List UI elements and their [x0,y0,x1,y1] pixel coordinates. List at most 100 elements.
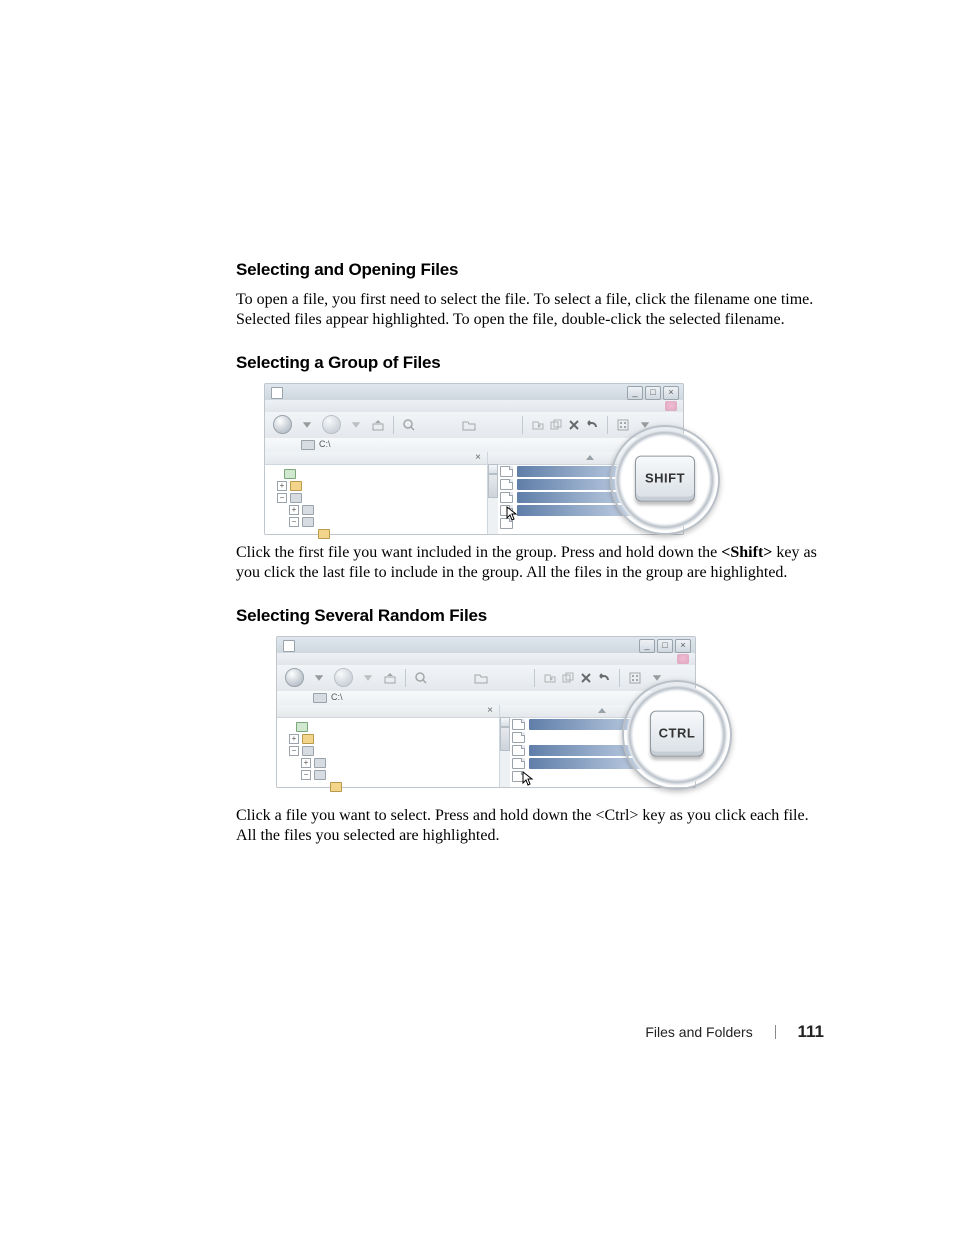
para-selecting-group: Click the first file you want included i… [236,543,824,584]
dropdown-arrow-icon[interactable] [361,671,375,685]
close-button[interactable]: × [663,386,679,400]
scroll-thumb[interactable] [500,727,510,751]
toolbar-separator [534,669,535,687]
sort-arrow-icon [598,708,606,713]
collapse-icon[interactable]: − [289,746,299,756]
scroll-up-icon[interactable] [488,464,498,474]
dropdown-arrow-icon[interactable] [300,418,314,432]
heading-selecting-opening: Selecting and Opening Files [236,260,824,280]
drive-icon [301,440,315,450]
para-selecting-random: Click a file you want to select. Press a… [236,806,824,847]
up-folder-icon[interactable] [383,671,397,685]
window-icon [283,640,295,652]
figure-ctrl-select: _ □ × [276,636,696,788]
file-icon [512,745,525,756]
tree-item[interactable]: − [271,516,333,528]
shift-key-icon: SHIFT [635,456,695,502]
back-button[interactable] [285,668,304,687]
scrollbar[interactable] [488,464,498,534]
undo-icon[interactable] [585,418,599,432]
document-page: Selecting and Opening Files To open a fi… [0,0,954,1235]
drive-icon [313,693,327,703]
para-text: Click a file you want to select. Press a… [236,807,595,824]
tree-close-icon[interactable]: × [475,453,481,463]
forward-button[interactable] [334,668,353,687]
tree-item[interactable]: − [283,745,345,757]
maximize-button[interactable]: □ [645,386,661,400]
tree-header: × [265,452,487,465]
tree-items: + − + − [283,721,345,793]
tree-item[interactable]: − [283,769,345,781]
expand-icon[interactable]: + [289,505,299,515]
computer-icon [290,493,302,503]
toolbar-separator [522,416,523,434]
titlebar: _ □ × [265,384,683,401]
heading-selecting-random: Selecting Several Random Files [236,606,824,626]
expand-icon[interactable]: + [277,481,287,491]
expand-icon[interactable]: + [289,734,299,744]
search-icon[interactable] [414,671,428,685]
file-icon [500,466,513,477]
dropdown-arrow-icon[interactable] [349,418,363,432]
undo-icon[interactable] [597,671,611,685]
desktop-icon [284,469,296,479]
minimize-button[interactable]: _ [627,386,643,400]
minimize-button[interactable]: _ [639,639,655,653]
computer-icon [302,746,314,756]
window-buttons: _ □ × [627,386,679,400]
toolbar-separator [393,416,394,434]
address-path: C:\ [319,440,331,449]
titlebar: _ □ × [277,637,695,654]
delete-icon[interactable] [579,671,593,685]
delete-icon[interactable] [567,418,581,432]
dropdown-arrow-icon[interactable] [312,671,326,685]
back-button[interactable] [273,415,292,434]
tree-item[interactable] [271,468,333,480]
para-selecting-opening: To open a file, you first need to select… [236,290,824,331]
footer-page-number: 111 [798,1022,825,1041]
scroll-thumb[interactable] [488,474,498,498]
move-to-icon[interactable] [531,418,545,432]
scrollbar[interactable] [500,717,510,787]
collapse-icon[interactable]: − [301,770,311,780]
move-to-icon[interactable] [543,671,557,685]
file-icon [512,719,525,730]
folder-icon [290,481,302,491]
folder-tree-pane: × + − + − [265,452,488,534]
folder-icon [302,734,314,744]
file-icon [512,758,525,769]
tree-item[interactable]: + [271,504,333,516]
window-icon [271,387,283,399]
tree-item[interactable]: + [283,733,345,745]
scroll-up-icon[interactable] [500,717,510,727]
collapse-icon[interactable]: − [277,493,287,503]
tree-item[interactable]: + [283,757,345,769]
expand-icon[interactable]: + [301,758,311,768]
folders-icon[interactable] [474,671,488,685]
window-buttons: _ □ × [639,639,691,653]
up-folder-icon[interactable] [371,418,385,432]
copy-to-icon[interactable] [561,671,575,685]
file-icon [500,479,513,490]
tree-item[interactable]: − [271,492,333,504]
file-icon [500,492,513,503]
desktop-icon [296,722,308,732]
tree-close-icon[interactable]: × [487,706,493,716]
folders-icon[interactable] [462,418,476,432]
collapse-icon[interactable]: − [289,517,299,527]
toolbar-separator [619,669,620,687]
close-button[interactable]: × [675,639,691,653]
file-icon [512,771,525,782]
copy-to-icon[interactable] [549,418,563,432]
tree-item[interactable] [283,781,345,793]
tree-item[interactable]: + [271,480,333,492]
search-icon[interactable] [402,418,416,432]
forward-button[interactable] [322,415,341,434]
tree-item[interactable] [283,721,345,733]
tree-header: × [277,705,499,718]
maximize-button[interactable]: □ [657,639,673,653]
windows-logo-icon [677,654,689,664]
key-name: <Shift> [721,544,772,561]
tree-item[interactable] [271,528,333,540]
file-icon [512,732,525,743]
